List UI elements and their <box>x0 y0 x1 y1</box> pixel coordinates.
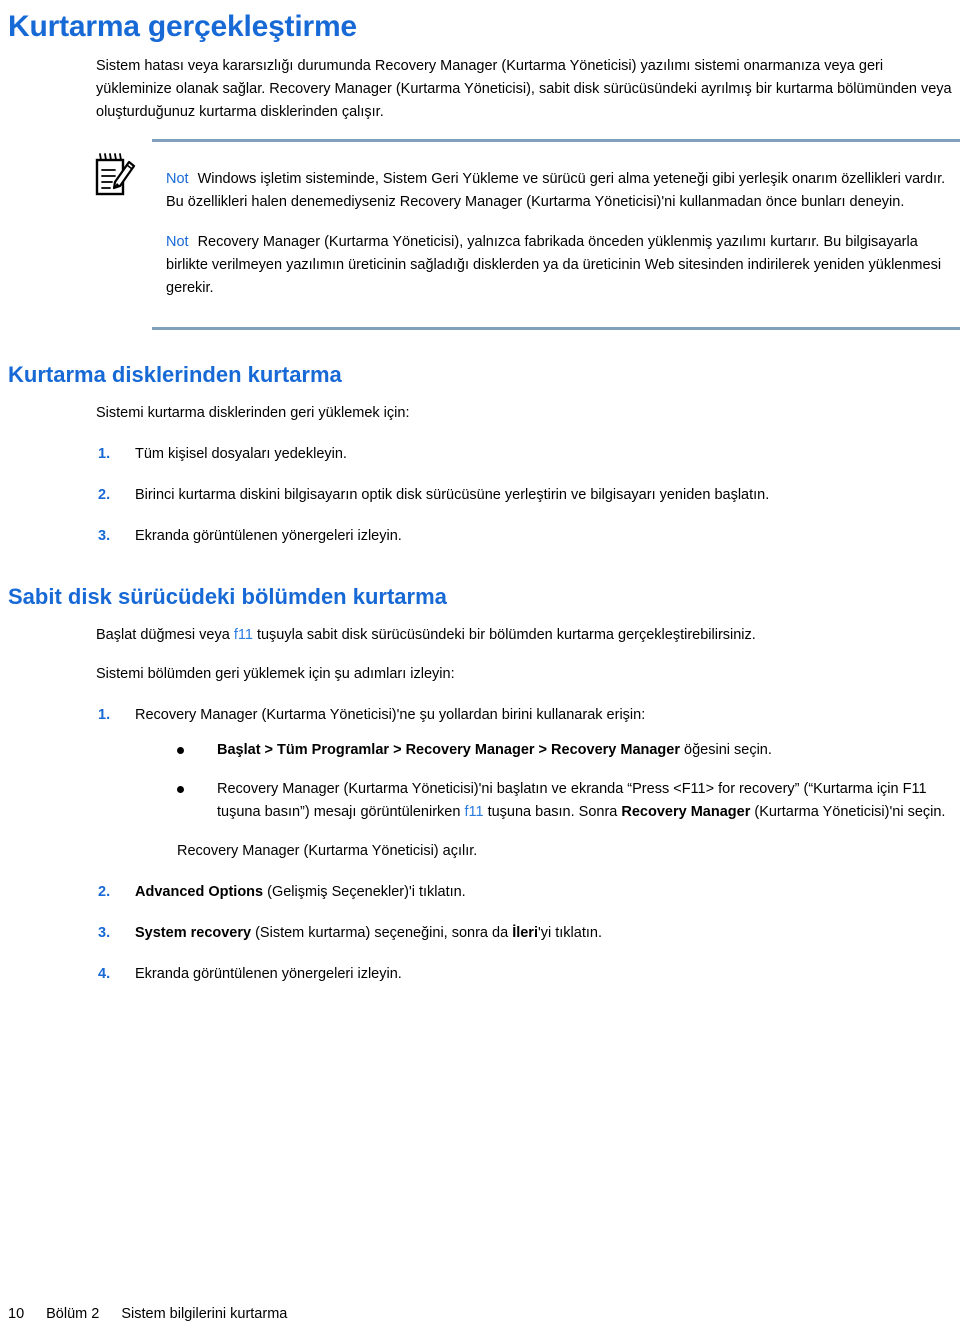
list-item: 2. Advanced Options (Gelişmiş Seçenekler… <box>98 881 960 904</box>
menu-path-rest: öğesini seçin. <box>680 741 772 758</box>
bullet2-part2: tuşuna basın. Sonra <box>483 803 622 820</box>
note-pencil-icon <box>95 152 137 198</box>
step-text: Ekranda görüntülenen yönergeleri izleyin… <box>135 527 402 544</box>
section-heading-partition-recovery: Sabit disk sürücüdeki bölümden kurtarma <box>8 583 447 609</box>
step-number: 1. <box>98 706 111 723</box>
step-number: 2. <box>98 883 111 900</box>
page-footer: 10 Bölüm 2 Sistem bilgilerini kurtarma <box>8 1306 287 1322</box>
recovery-manager-opens-note: Recovery Manager (Kurtarma Yöneticisi) a… <box>177 842 478 859</box>
step-text: Ekranda görüntülenen yönergeleri izleyin… <box>135 965 402 982</box>
step-text: Birinci kurtarma diskini bilgisayarın op… <box>135 486 770 503</box>
note-item: Not Windows işletim sisteminde, Sistem Ge… <box>152 168 960 214</box>
note-label: Not <box>166 234 189 250</box>
step-number: 3. <box>98 924 111 941</box>
partition-intro-paragraph: Başlat düğmesi veya f11 tuşuyla sabit di… <box>96 624 952 647</box>
recovery-discs-lead: Sistemi kurtarma disklerinden geri yükle… <box>96 404 410 421</box>
advanced-options-bold: Advanced Options <box>135 883 264 900</box>
list-item: Başlat > Tüm Programlar > Recovery Manag… <box>177 739 954 762</box>
bullet-dot-icon <box>177 785 184 793</box>
access-method-bullets: Başlat > Tüm Programlar > Recovery Manag… <box>135 739 954 824</box>
step-number: 4. <box>98 965 111 982</box>
list-item: 3. System recovery (Sistem kurtarma) seç… <box>98 922 960 945</box>
section-heading-recovery-discs: Kurtarma disklerinden kurtarma <box>8 361 342 387</box>
list-item: 2. Birinci kurtarma diskini bilgisayarın… <box>98 484 960 507</box>
note-item: Not Recovery Manager (Kurtarma Yöneticisi… <box>152 231 960 300</box>
page-title: Kurtarma gerçekleştirme <box>8 10 357 43</box>
partition-steps: 1. Recovery Manager (Kurtarma Yöneticisi… <box>0 704 960 986</box>
step-number: 3. <box>98 527 111 544</box>
f11-key-reference: f11 <box>233 626 253 643</box>
step-text-mid: (Sistem kurtarma) seçeneğini, sonra da <box>251 924 513 941</box>
list-item: 1. Tüm kişisel dosyaları yedekleyin. <box>98 443 960 466</box>
document-page: Kurtarma gerçekleştirme Sistem hatası ve… <box>0 0 960 1336</box>
system-recovery-bold: System recovery <box>135 924 252 941</box>
partition-lead: Sistemi bölümden geri yüklemek için şu a… <box>96 665 455 682</box>
list-item: Recovery Manager (Kurtarma Yöneticisi)'n… <box>177 778 954 824</box>
bullet2-part3: (Kurtarma Yöneticisi)'ni seçin. <box>750 803 946 820</box>
footer-page-number: 10 <box>8 1306 25 1322</box>
partition-intro-post: tuşuyla sabit disk sürücüsündeki bir böl… <box>252 626 756 643</box>
note-text: Recovery Manager (Kurtarma Yöneticisi), … <box>166 234 942 296</box>
step-number: 2. <box>98 486 111 503</box>
step-text: Recovery Manager (Kurtarma Yöneticisi)'n… <box>135 706 646 723</box>
step-text: (Gelişmiş Seçenekler)'i tıklatın. <box>263 883 466 900</box>
footer-chapter-title: Sistem bilgilerini kurtarma <box>121 1306 288 1322</box>
menu-path-bold: Başlat > Tüm Programlar > Recovery Manag… <box>217 741 680 758</box>
list-item: 4. Ekranda görüntülenen yönergeleri izle… <box>98 963 960 986</box>
footer-chapter: Bölüm 2 <box>46 1306 100 1322</box>
note-box: Not Windows işletim sisteminde, Sistem Ge… <box>95 138 960 330</box>
list-item: 3. Ekranda görüntülenen yönergeleri izle… <box>98 525 960 548</box>
recovery-discs-steps: 1. Tüm kişisel dosyaları yedekleyin. 2. … <box>0 443 960 548</box>
note-text: Windows işletim sisteminde, Sistem Geri … <box>166 171 946 210</box>
f11-key-reference: f11 <box>464 803 484 820</box>
list-item: 1. Recovery Manager (Kurtarma Yöneticisi… <box>98 704 960 863</box>
note-label: Not <box>166 171 189 187</box>
bullet-dot-icon <box>177 746 184 754</box>
partition-intro-pre: Başlat düğmesi veya <box>96 626 234 643</box>
step-text: Tüm kişisel dosyaları yedekleyin. <box>135 445 347 462</box>
intro-paragraph: Sistem hatası veya kararsızlığı durumund… <box>96 58 952 120</box>
recovery-manager-bold: Recovery Manager <box>621 803 751 820</box>
ileri-bold: İleri <box>512 924 538 941</box>
step-number: 1. <box>98 445 111 462</box>
step-text-rest: 'yi tıklatın. <box>537 924 602 941</box>
